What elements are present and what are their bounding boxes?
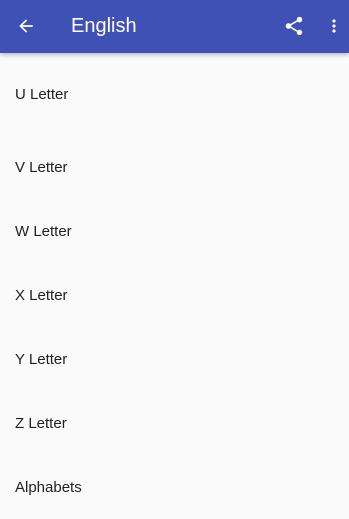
overflow-menu-button[interactable]: [322, 10, 346, 42]
list-item-label: X Letter: [15, 286, 68, 304]
list-item-label: V Letter: [15, 158, 68, 176]
app-bar: English: [0, 0, 349, 53]
list-item-label: Alphabets: [15, 478, 82, 496]
list-item-label: Z Letter: [15, 414, 67, 432]
share-icon: [285, 16, 303, 36]
arrow-back-icon: [19, 19, 33, 33]
letter-list: U Letter V Letter W Letter X Letter Y Le…: [0, 53, 349, 519]
page-title: English: [71, 15, 137, 37]
share-button[interactable]: [278, 10, 310, 42]
list-item-y-letter[interactable]: Y Letter: [0, 327, 349, 391]
list-item-alphabets[interactable]: Alphabets: [0, 455, 349, 519]
more-vert-icon: [332, 19, 336, 33]
list-item-w-letter[interactable]: W Letter: [0, 199, 349, 263]
list-item-u-letter[interactable]: U Letter: [0, 53, 349, 135]
back-button[interactable]: [10, 10, 42, 42]
list-item-label: U Letter: [15, 85, 69, 103]
list-item-z-letter[interactable]: Z Letter: [0, 391, 349, 455]
list-item-x-letter[interactable]: X Letter: [0, 263, 349, 327]
list-item-label: Y Letter: [15, 350, 68, 368]
list-item-v-letter[interactable]: V Letter: [0, 135, 349, 199]
list-item-label: W Letter: [15, 222, 72, 240]
